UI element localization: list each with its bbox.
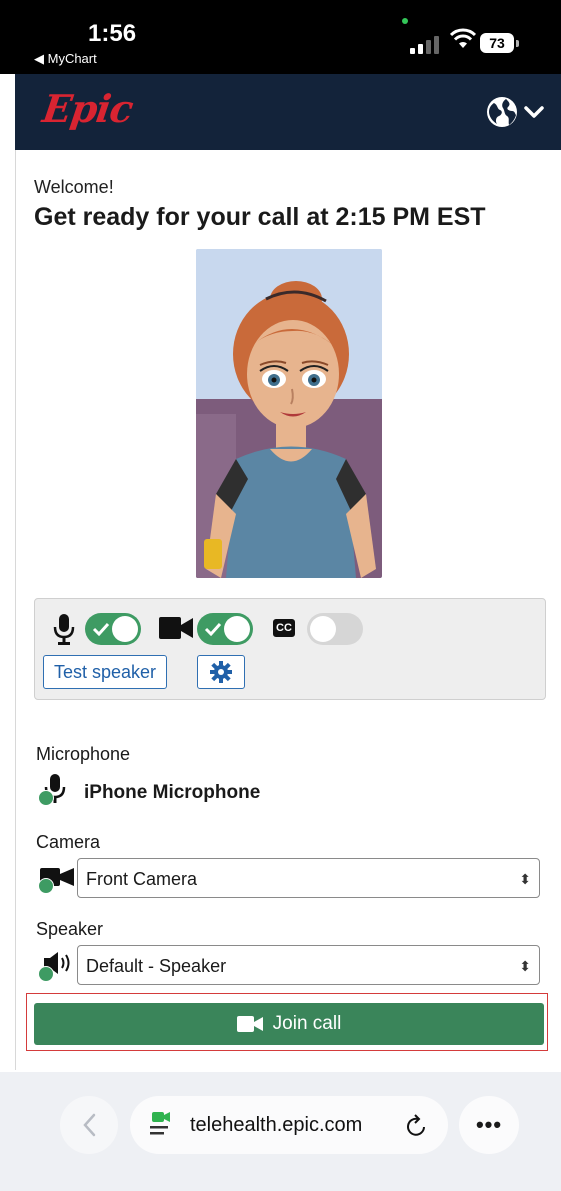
check-icon xyxy=(38,790,54,806)
browser-back-button[interactable] xyxy=(60,1096,118,1154)
video-camera-icon xyxy=(236,1016,263,1032)
settings-button[interactable] xyxy=(197,655,245,689)
status-time: 1:56 xyxy=(88,20,137,47)
camera-select-value: Front Camera xyxy=(86,869,198,889)
camera-icon xyxy=(159,617,193,639)
speaker-select-value: Default - Speaker xyxy=(86,956,227,976)
epic-logo: Epic xyxy=(39,86,136,131)
camera-label: Camera xyxy=(36,832,101,852)
chevron-left-icon xyxy=(83,1113,96,1137)
reload-icon[interactable] xyxy=(406,1113,428,1137)
back-to-app-link[interactable]: ◀ MyChart xyxy=(34,51,97,67)
more-options-button[interactable]: ••• xyxy=(459,1096,519,1154)
chevron-down-icon xyxy=(524,106,544,118)
gear-icon xyxy=(210,661,232,683)
globe-icon xyxy=(487,97,517,127)
facetime-icon xyxy=(150,1112,170,1135)
signal-icon xyxy=(410,34,442,54)
toggle-knob xyxy=(224,616,250,642)
speaker-label: Speaker xyxy=(36,919,104,939)
url-text: telehealth.epic.com xyxy=(190,1114,363,1136)
app-header: Epic xyxy=(15,74,561,150)
microphone-value: iPhone Microphone xyxy=(84,782,261,803)
join-call-label: Join call xyxy=(272,1013,342,1034)
check-icon xyxy=(38,878,54,894)
camera-preview xyxy=(196,249,382,578)
address-bar[interactable]: telehealth.epic.com xyxy=(130,1096,448,1154)
page-title: Get ready for your call at 2:15 PM EST xyxy=(34,203,486,231)
camera-select[interactable]: Front Camera ⬍ xyxy=(77,858,540,898)
content-border xyxy=(15,150,16,1070)
media-controls-panel: CC Test speaker xyxy=(34,598,546,700)
check-icon xyxy=(204,622,222,637)
wifi-icon xyxy=(450,28,476,48)
privacy-indicator-icon xyxy=(402,18,408,24)
language-menu-button[interactable] xyxy=(484,93,554,131)
battery-tip xyxy=(516,40,519,47)
check-icon xyxy=(38,966,54,982)
captions-icon: CC xyxy=(273,619,295,637)
microphone-status-icon xyxy=(38,774,74,806)
test-speaker-button[interactable]: Test speaker xyxy=(43,655,168,689)
captions-toggle[interactable] xyxy=(307,613,363,645)
status-bar: 1:56 ◀ MyChart 73 xyxy=(0,0,561,74)
avatar-illustration xyxy=(196,249,382,578)
speaker-select[interactable]: Default - Speaker ⬍ xyxy=(77,945,540,985)
camera-status-icon xyxy=(38,866,76,894)
check-icon xyxy=(92,622,110,637)
join-call-button[interactable]: Join call xyxy=(34,1003,544,1045)
browser-toolbar: telehealth.epic.com ••• xyxy=(0,1072,561,1191)
microphone-toggle[interactable] xyxy=(85,613,141,645)
camera-toggle[interactable] xyxy=(197,613,253,645)
microphone-icon xyxy=(53,614,75,645)
speaker-status-icon xyxy=(38,950,76,982)
select-arrows-icon: ⬍ xyxy=(519,958,531,974)
toggle-knob xyxy=(112,616,138,642)
select-arrows-icon: ⬍ xyxy=(519,871,531,887)
welcome-text: Welcome! xyxy=(34,177,114,197)
microphone-label: Microphone xyxy=(36,744,131,764)
toggle-knob xyxy=(310,616,336,642)
battery-icon: 73 xyxy=(480,33,514,53)
